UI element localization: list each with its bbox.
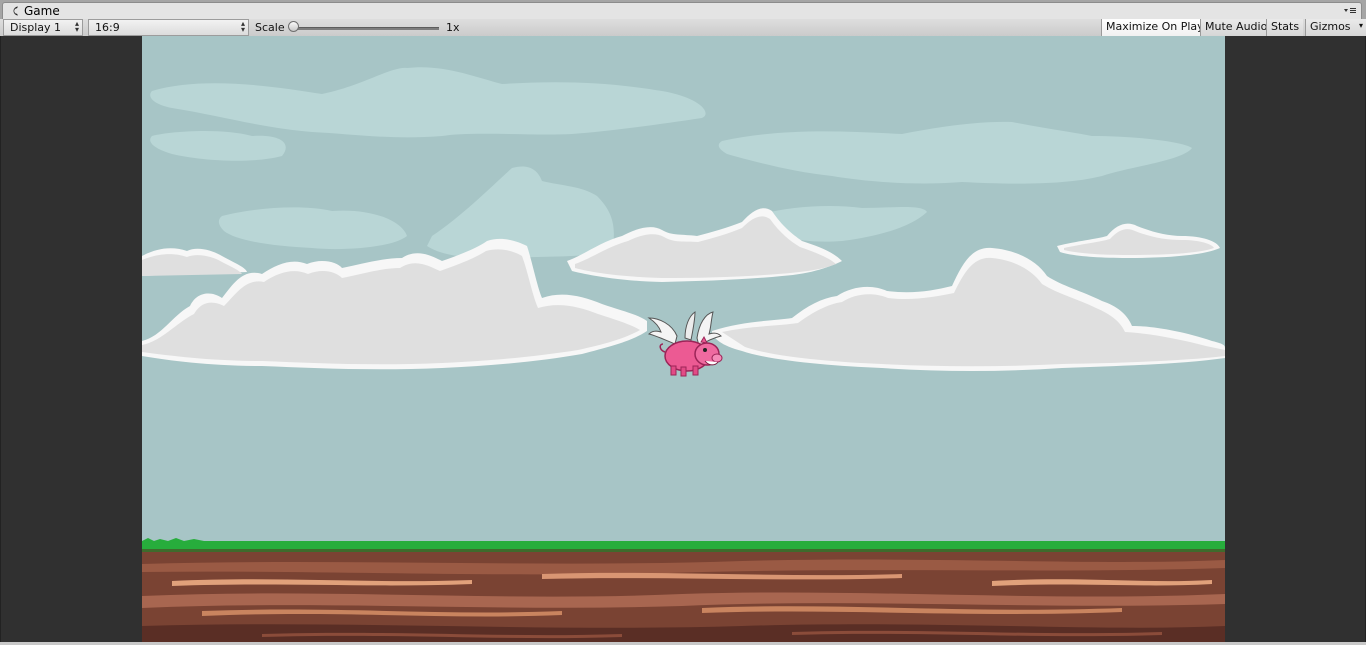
dropdown-arrows-icon: ▴ ▾ — [240, 19, 245, 34]
aspect-label: 16:9 — [95, 21, 120, 34]
game-toolbar: Display 1 ▴ ▾ 16:9 ▴ ▾ Scale 1x Maximize O… — [0, 19, 1366, 37]
gizmos-button[interactable]: Gizmos ▾ — [1305, 19, 1366, 36]
display-dropdown[interactable]: Display 1 ▴ ▾ — [3, 19, 83, 36]
game-canvas[interactable] — [142, 36, 1225, 642]
gizmos-label: Gizmos — [1310, 20, 1351, 33]
maximize-on-play-button[interactable]: Maximize On Play — [1101, 19, 1208, 36]
game-tab[interactable]: Game — [2, 2, 1362, 19]
grass-shadow — [142, 549, 1225, 552]
stats-button[interactable]: Stats — [1266, 19, 1304, 36]
display-label: Display 1 — [10, 21, 62, 34]
maximize-on-play-label: Maximize On Play — [1106, 20, 1204, 33]
mute-audio-label: Mute Audio — [1205, 20, 1268, 33]
tab-title: Game — [24, 4, 60, 18]
panel-menu-icon[interactable] — [1343, 4, 1357, 18]
aspect-dropdown[interactable]: 16:9 ▴ ▾ — [88, 19, 249, 36]
mute-audio-button[interactable]: Mute Audio — [1200, 19, 1272, 36]
scale-label: Scale — [255, 21, 285, 34]
dropdown-arrows-icon: ▴ ▾ — [74, 19, 79, 34]
window-tab-bar: Game — [0, 0, 1366, 20]
unity-game-icon — [13, 6, 18, 16]
gizmos-dropdown-icon[interactable]: ▾ — [1359, 21, 1363, 30]
scale-slider-thumb[interactable] — [288, 21, 299, 32]
game-scene — [142, 36, 1225, 642]
stats-label: Stats — [1271, 20, 1300, 33]
scale-value: 1x — [446, 21, 460, 34]
scale-slider-track[interactable] — [293, 27, 439, 30]
